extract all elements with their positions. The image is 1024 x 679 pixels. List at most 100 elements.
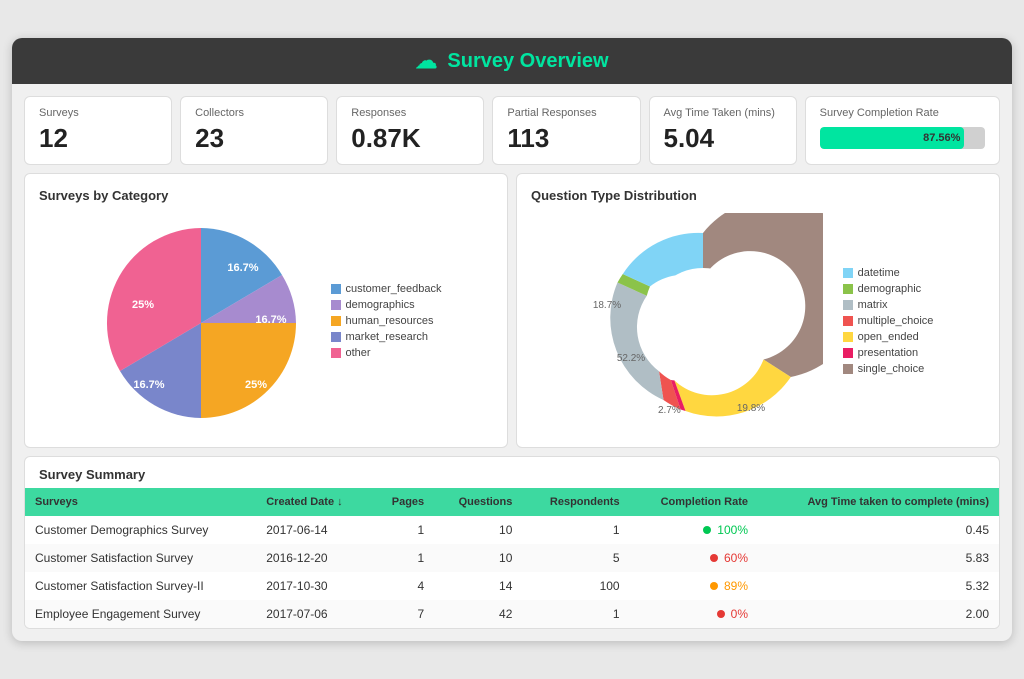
donut-chart-inner: 52.2% 19.8% 2.7% 18.7% datetime demograph… <box>531 213 985 433</box>
table-cell-2-4: 100 <box>522 572 629 600</box>
legend-label: market_research <box>346 331 429 343</box>
table-header-1: Created Date ↓ <box>256 488 371 516</box>
metric-card-3: Partial Responses 113 <box>492 96 640 165</box>
table-header-5: Completion Rate <box>630 488 758 516</box>
legend-label: single_choice <box>858 363 925 375</box>
metric-label-5: Survey Completion Rate <box>820 107 985 119</box>
pie-chart-title: Surveys by Category <box>39 188 493 203</box>
metrics-row: Surveys 12 Collectors23 Responses 0.87K Parti… <box>12 84 1012 173</box>
completion-dot <box>703 526 711 534</box>
metric-label-0: Surveys <box>39 107 157 119</box>
charts-row: Surveys by Category 16.7% 16.7% <box>12 173 1012 456</box>
svg-text:2.7%: 2.7% <box>658 405 681 416</box>
legend-item: single_choice <box>843 363 934 375</box>
legend-label: demographics <box>346 299 415 311</box>
legend-item: customer_feedback <box>331 283 442 295</box>
pie-legend: customer_feedback demographics human_resou… <box>331 283 442 363</box>
table-cell-1-4: 5 <box>522 544 629 572</box>
page-title: Survey Overview <box>447 50 608 73</box>
metric-value-1: 23 <box>195 123 313 154</box>
legend-label: multiple_choice <box>858 315 934 327</box>
table-cell-3-3: 42 <box>434 600 522 628</box>
table-cell-3-2: 7 <box>371 600 434 628</box>
metric-card-1: Collectors23 <box>180 96 328 165</box>
legend-label: datetime <box>858 267 900 279</box>
legend-label: customer_feedback <box>346 283 442 295</box>
completion-pct: 60% <box>724 551 748 565</box>
legend-item: market_research <box>331 331 442 343</box>
table-cell-3-6: 2.00 <box>758 600 999 628</box>
table-cell-2-3: 14 <box>434 572 522 600</box>
table-cell-3-1: 2017-07-06 <box>256 600 371 628</box>
legend-color <box>331 284 341 294</box>
table-cell-1-0: Customer Satisfaction Survey <box>25 544 256 572</box>
survey-summary-card: Survey Summary SurveysCreated Date ↓Page… <box>24 456 1000 629</box>
table-cell-3-5: 0% <box>630 600 758 628</box>
completion-pct: 100% <box>717 523 748 537</box>
metric-card-4: Avg Time Taken (mins) 5.04 <box>649 96 797 165</box>
legend-color <box>843 300 853 310</box>
table-cell-0-6: 0.45 <box>758 516 999 544</box>
metric-value-4: 5.04 <box>664 123 782 154</box>
legend-item: open_ended <box>843 331 934 343</box>
table-header-0: Surveys <box>25 488 256 516</box>
table-cell-2-1: 2017-10-30 <box>256 572 371 600</box>
metric-label-4: Avg Time Taken (mins) <box>664 107 782 119</box>
completion-pct: 89% <box>724 579 748 593</box>
table-section: Survey Summary SurveysCreated Date ↓Page… <box>12 456 1012 641</box>
completion-cell: 89% <box>640 579 748 593</box>
donut-legend: datetime demographic matrix multiple_choice… <box>843 267 934 379</box>
dashboard: ☁ Survey Overview Surveys12Collectors23R… <box>12 38 1012 641</box>
legend-item: demographic <box>843 283 934 295</box>
table-header: SurveysCreated Date ↓PagesQuestionsRespo… <box>25 488 999 516</box>
metric-label-3: Partial Responses <box>507 107 625 119</box>
legend-item: datetime <box>843 267 934 279</box>
table-title: Survey Summary <box>25 457 999 488</box>
completion-dot <box>717 610 725 618</box>
progress-bar-fill: 87.56% <box>820 127 965 149</box>
pie-chart-svg: 16.7% 16.7% 25% 16.7% 25% <box>91 213 311 433</box>
completion-cell: 60% <box>640 551 748 565</box>
table-cell-1-1: 2016-12-20 <box>256 544 371 572</box>
legend-item: other <box>331 347 442 359</box>
table-cell-2-6: 5.32 <box>758 572 999 600</box>
table-header-6: Avg Time taken to complete (mins) <box>758 488 999 516</box>
legend-color <box>843 364 853 374</box>
legend-item: presentation <box>843 347 934 359</box>
metric-value-0: 12 <box>39 123 157 154</box>
question-type-card: Question Type Distribution <box>516 173 1000 448</box>
metric-value-2: 0.87K <box>351 123 469 154</box>
table-row: Customer Demographics Survey2017-06-1411… <box>25 516 999 544</box>
table-cell-1-5: 60% <box>630 544 758 572</box>
table-cell-3-0: Employee Engagement Survey <box>25 600 256 628</box>
header: ☁ Survey Overview <box>12 38 1012 84</box>
table-cell-0-2: 1 <box>371 516 434 544</box>
progress-bar-text: 87.56% <box>923 132 960 144</box>
table-cell-2-5: 89% <box>630 572 758 600</box>
completion-dot <box>710 582 718 590</box>
table-header-2: Pages <box>371 488 434 516</box>
table-cell-0-1: 2017-06-14 <box>256 516 371 544</box>
metric-value-3: 113 <box>507 123 625 154</box>
table-cell-1-2: 1 <box>371 544 434 572</box>
completion-pct: 0% <box>731 607 748 621</box>
legend-color <box>331 316 341 326</box>
table-cell-2-0: Customer Satisfaction Survey-II <box>25 572 256 600</box>
table-row: Customer Satisfaction Survey2016-12-2011… <box>25 544 999 572</box>
cloud-icon: ☁ <box>415 48 437 74</box>
legend-label: presentation <box>858 347 919 359</box>
donut-svg: 52.2% 19.8% 2.7% 18.7% <box>583 213 823 433</box>
table-header-4: Respondents <box>522 488 629 516</box>
table-header-3: Questions <box>434 488 522 516</box>
table-cell-0-4: 1 <box>522 516 629 544</box>
metric-card-2: Responses 0.87K <box>336 96 484 165</box>
legend-label: matrix <box>858 299 888 311</box>
table-cell-1-6: 5.83 <box>758 544 999 572</box>
survey-table: SurveysCreated Date ↓PagesQuestionsRespo… <box>25 488 999 628</box>
metric-label-2: Responses <box>351 107 469 119</box>
legend-item: human_resources <box>331 315 442 327</box>
legend-color <box>331 348 341 358</box>
svg-text:16.7%: 16.7% <box>255 314 286 326</box>
completion-cell: 100% <box>640 523 748 537</box>
svg-text:52.2%: 52.2% <box>616 353 644 364</box>
